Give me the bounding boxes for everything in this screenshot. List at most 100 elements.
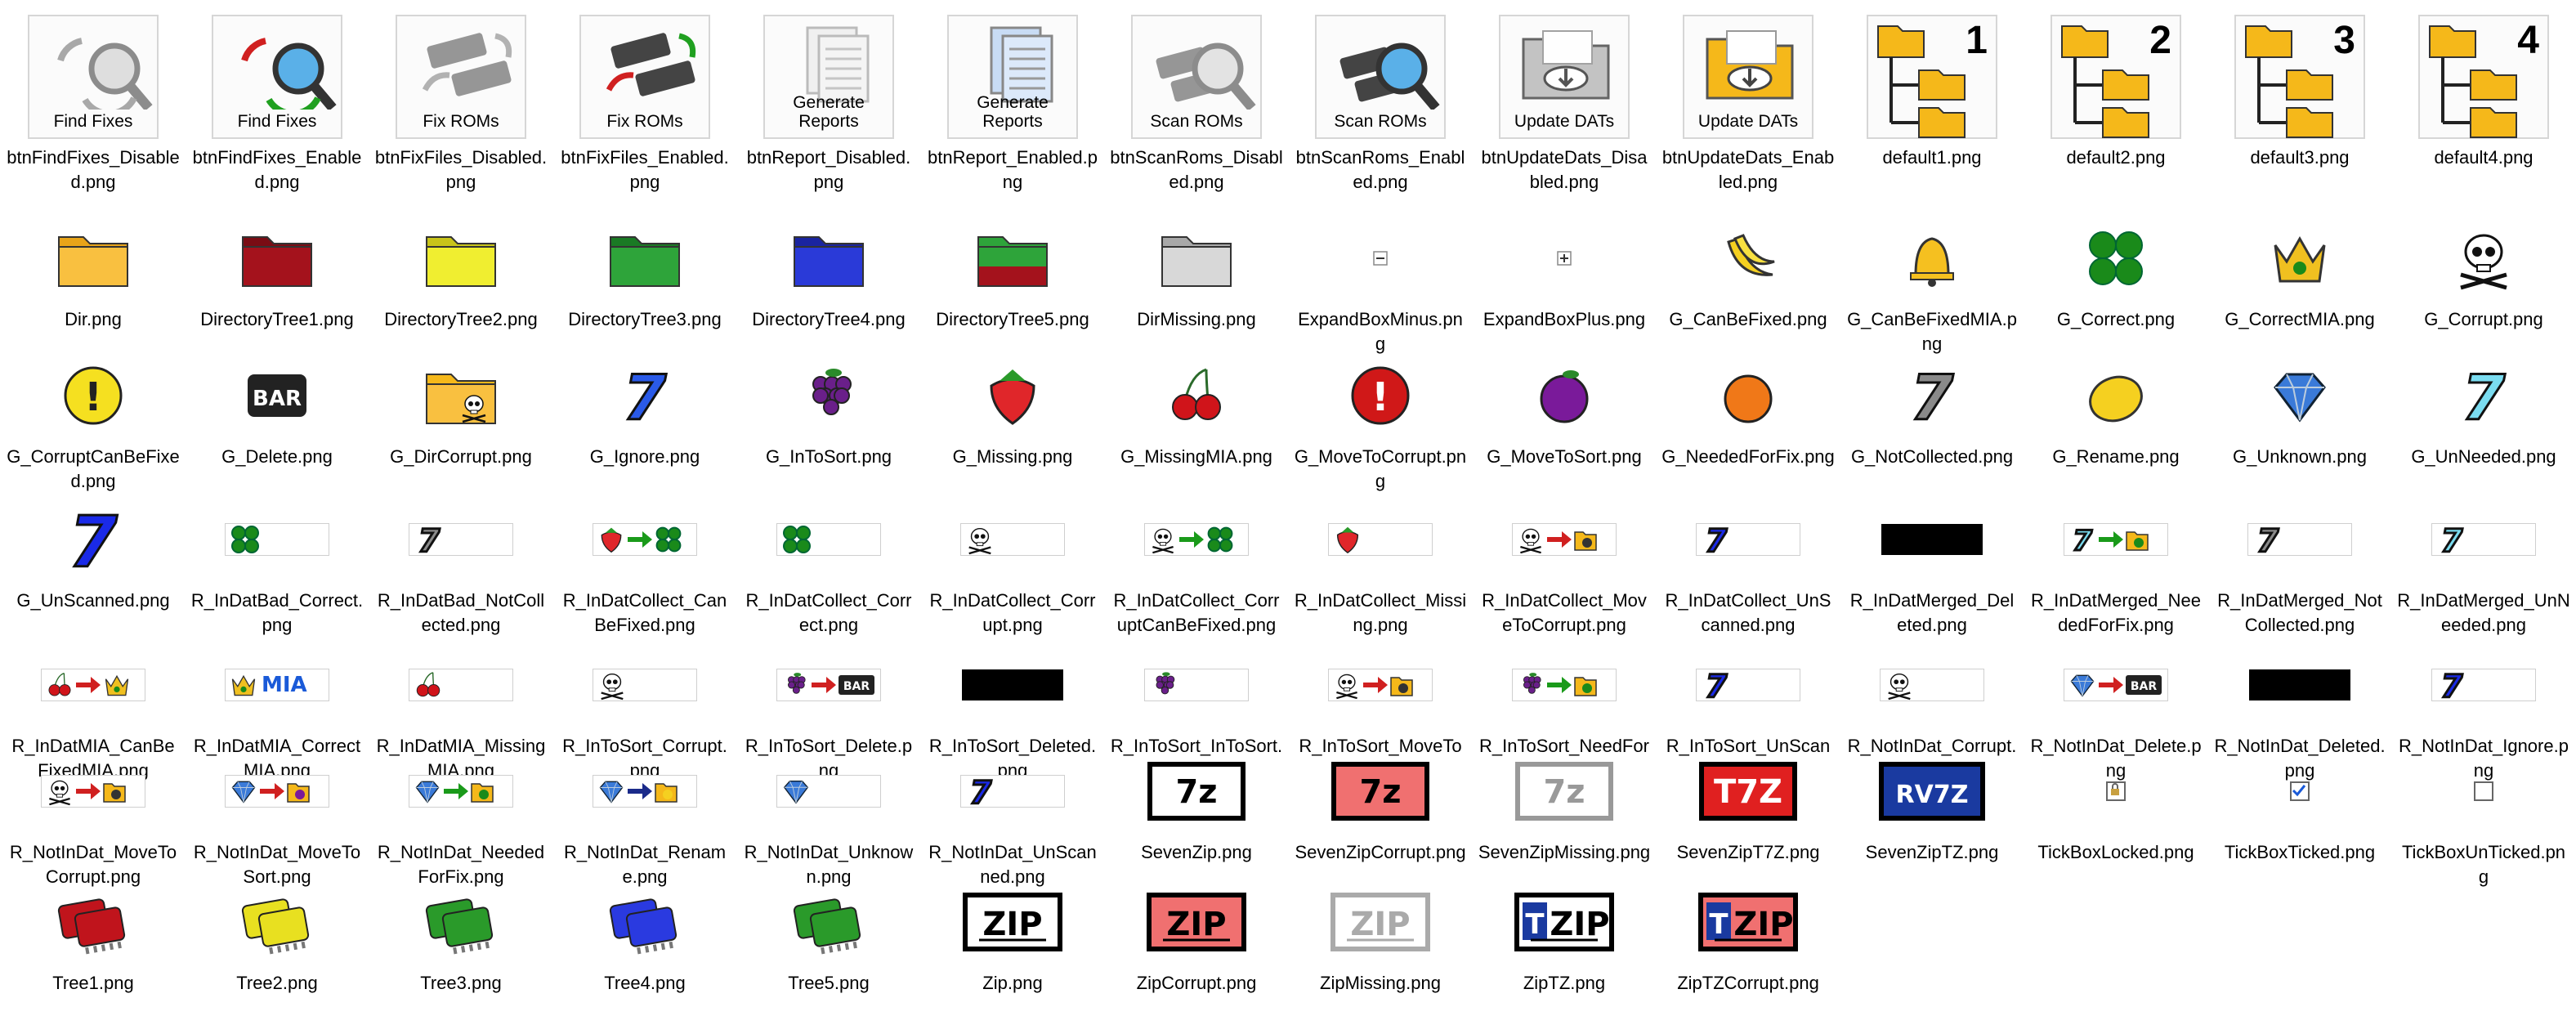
file-item[interactable]: Generate Reports btnReport_Enabled.png bbox=[921, 0, 1104, 195]
file-item[interactable]: ExpandBoxMinus.png bbox=[1289, 203, 1472, 356]
file-name: SevenZip.png bbox=[1141, 842, 1252, 862]
file-item[interactable]: Update DATs btnUpdateDats_Enabled.png bbox=[1657, 0, 1840, 195]
file-name: Tree5.png bbox=[788, 973, 870, 993]
file-item[interactable]: 7 R_InDatMerged_NeededForFix.png bbox=[2024, 484, 2207, 638]
file-item[interactable]: G_MissingMIA.png bbox=[1105, 340, 1288, 469]
file-item[interactable]: 7 R_InDatMerged_NotCollected.png bbox=[2208, 484, 2391, 638]
file-item[interactable]: 1 default1.png bbox=[1840, 0, 2024, 170]
file-name: Tree4.png bbox=[604, 973, 686, 993]
file-item[interactable]: G_CanBeFixed.png bbox=[1657, 203, 1840, 332]
file-name: DirectoryTree3.png bbox=[568, 309, 722, 329]
file-item[interactable]: 7z SevenZipMissing.png bbox=[1473, 736, 1656, 865]
file-item[interactable]: 3 default3.png bbox=[2208, 0, 2391, 170]
file-item[interactable]: 7 G_UnNeeded.png bbox=[2392, 340, 2575, 469]
file-item[interactable]: DirMissing.png bbox=[1105, 203, 1288, 332]
file-item[interactable]: 7 G_Ignore.png bbox=[553, 340, 736, 469]
file-item[interactable]: Tree4.png bbox=[553, 866, 736, 996]
file-item[interactable]: T ZIP ZipTZ.png bbox=[1473, 866, 1656, 996]
sevenzip-tz-icon: RV7Z bbox=[1840, 742, 2024, 840]
file-item[interactable]: Dir.png bbox=[2, 203, 185, 332]
file-item[interactable]: G_DirCorrupt.png bbox=[369, 340, 552, 469]
file-item[interactable]: R_InDatCollect_CorruptCanBeFixed.png bbox=[1105, 484, 1288, 638]
file-item[interactable]: R_InDatCollect_MoveToCorrupt.png bbox=[1473, 484, 1656, 638]
file-item[interactable]: TickBoxTicked.png bbox=[2208, 736, 2391, 865]
seven-cyan-bar-icon: 7 bbox=[2392, 490, 2575, 589]
file-item[interactable]: G_NeededForFix.png bbox=[1657, 340, 1840, 469]
file-item[interactable]: 7z SevenZipCorrupt.png bbox=[1289, 736, 1472, 865]
file-item[interactable]: Scan ROMs btnScanRoms_Disabled.png bbox=[1105, 0, 1288, 195]
file-item[interactable]: G_Correct.png bbox=[2024, 203, 2207, 332]
file-item[interactable]: Find Fixes btnFindFixes_Disabled.png bbox=[2, 0, 185, 195]
file-item[interactable]: 4 default4.png bbox=[2392, 0, 2575, 170]
file-item[interactable]: TickBoxUnTicked.png bbox=[2392, 736, 2575, 889]
file-item[interactable]: G_InToSort.png bbox=[737, 340, 920, 469]
file-item[interactable]: ZIP ZipMissing.png bbox=[1289, 866, 1472, 996]
file-name: Tree1.png bbox=[52, 973, 134, 993]
expand-minus-icon bbox=[1289, 209, 1472, 307]
file-item[interactable]: R_InDatCollect_CanBeFixed.png bbox=[553, 484, 736, 638]
svg-text:7z: 7z bbox=[1359, 773, 1401, 811]
file-item[interactable]: R_InDatBad_Correct.png bbox=[186, 484, 369, 638]
file-item[interactable]: 2 default2.png bbox=[2024, 0, 2207, 170]
file-item[interactable]: Fix ROMs btnFixFiles_Enabled.png bbox=[553, 0, 736, 195]
file-item[interactable]: Update DATs btnUpdateDats_Disabled.png bbox=[1473, 0, 1656, 195]
file-item[interactable]: DirectoryTree5.png bbox=[921, 203, 1104, 332]
file-item[interactable]: G_CorrectMIA.png bbox=[2208, 203, 2391, 332]
file-item[interactable]: DirectoryTree4.png bbox=[737, 203, 920, 332]
file-item[interactable]: Tree1.png bbox=[2, 866, 185, 996]
file-item[interactable]: G_Rename.png bbox=[2024, 340, 2207, 469]
file-item[interactable]: R_InDatMerged_Deleted.png bbox=[1840, 484, 2024, 638]
file-item[interactable]: 7 G_UnScanned.png bbox=[2, 484, 185, 613]
file-item[interactable]: Scan ROMs btnScanRoms_Enabled.png bbox=[1289, 0, 1472, 195]
lemon-icon bbox=[2024, 347, 2207, 445]
file-name: Tree2.png bbox=[236, 973, 318, 993]
seven-blue-icon: 7 bbox=[553, 347, 736, 445]
button-caption: Scan ROMs bbox=[1334, 112, 1427, 131]
file-item[interactable]: ! G_CorruptCanBeFixed.png bbox=[2, 340, 185, 494]
file-item[interactable]: 7 R_InDatMerged_UnNeeded.png bbox=[2392, 484, 2575, 638]
file-item[interactable]: T7Z SevenZipT7Z.png bbox=[1657, 736, 1840, 865]
file-item[interactable]: G_CanBeFixedMIA.png bbox=[1840, 203, 2024, 356]
file-item[interactable]: 7 R_InDatCollect_UnScanned.png bbox=[1657, 484, 1840, 638]
file-item[interactable]: DirectoryTree3.png bbox=[553, 203, 736, 332]
svg-text:7: 7 bbox=[970, 775, 992, 808]
file-item[interactable]: 7 G_NotCollected.png bbox=[1840, 340, 2024, 469]
file-item[interactable]: ! G_MoveToCorrupt.png bbox=[1289, 340, 1472, 494]
diamond-icon bbox=[2208, 347, 2391, 445]
file-item[interactable]: TickBoxLocked.png bbox=[2024, 736, 2207, 865]
seven-blue-large-icon: 7 bbox=[2, 490, 185, 589]
file-item[interactable]: ZIP ZipCorrupt.png bbox=[1105, 866, 1288, 996]
button-caption: Generate Reports bbox=[793, 93, 865, 131]
file-item[interactable]: G_MoveToSort.png bbox=[1473, 340, 1656, 469]
file-item[interactable]: Tree3.png bbox=[369, 866, 552, 996]
file-item[interactable]: G_Unknown.png bbox=[2208, 340, 2391, 469]
crown-clover-icon bbox=[2208, 209, 2391, 307]
file-name: btnReport_Disabled.png bbox=[746, 147, 911, 192]
grapes-icon bbox=[737, 347, 920, 445]
file-item[interactable]: Find Fixes btnFindFixes_Enabled.png bbox=[186, 0, 369, 195]
file-item[interactable]: G_Corrupt.png bbox=[2392, 203, 2575, 332]
file-item[interactable]: R_InDatCollect_Missing.png bbox=[1289, 484, 1472, 638]
file-item[interactable]: ExpandBoxPlus.png bbox=[1473, 203, 1656, 332]
sevenzip-icon: 7z bbox=[1105, 742, 1288, 840]
seven-blue-bar-icon: 7 bbox=[2392, 636, 2575, 734]
file-item[interactable]: DirectoryTree1.png bbox=[186, 203, 369, 332]
file-item[interactable]: Generate Reports btnReport_Disabled.png bbox=[737, 0, 920, 195]
file-item[interactable]: G_Missing.png bbox=[921, 340, 1104, 469]
default-number: 1 bbox=[1966, 19, 1988, 62]
folder-tree-icon: 3 bbox=[2234, 15, 2365, 139]
folder-red-icon bbox=[186, 209, 369, 307]
file-name: default3.png bbox=[2250, 147, 2350, 168]
file-item[interactable]: DirectoryTree2.png bbox=[369, 203, 552, 332]
file-item[interactable]: 7z SevenZip.png bbox=[1105, 736, 1288, 865]
file-item[interactable]: Tree2.png bbox=[186, 866, 369, 996]
file-item[interactable]: ZIP Zip.png bbox=[921, 866, 1104, 996]
file-item[interactable]: Fix ROMs btnFixFiles_Disabled.png bbox=[369, 0, 552, 195]
file-item[interactable]: BAR G_Delete.png bbox=[186, 340, 369, 469]
file-item[interactable]: RV7Z SevenZipTZ.png bbox=[1840, 736, 2024, 865]
file-item[interactable]: R_InDatCollect_Correct.png bbox=[737, 484, 920, 638]
file-item[interactable]: R_InDatCollect_Corrupt.png bbox=[921, 484, 1104, 638]
file-item[interactable]: 7 R_InDatBad_NotCollected.png bbox=[369, 484, 552, 638]
file-item[interactable]: Tree5.png bbox=[737, 866, 920, 996]
file-item[interactable]: T ZIP ZipTZCorrupt.png bbox=[1657, 866, 1840, 996]
